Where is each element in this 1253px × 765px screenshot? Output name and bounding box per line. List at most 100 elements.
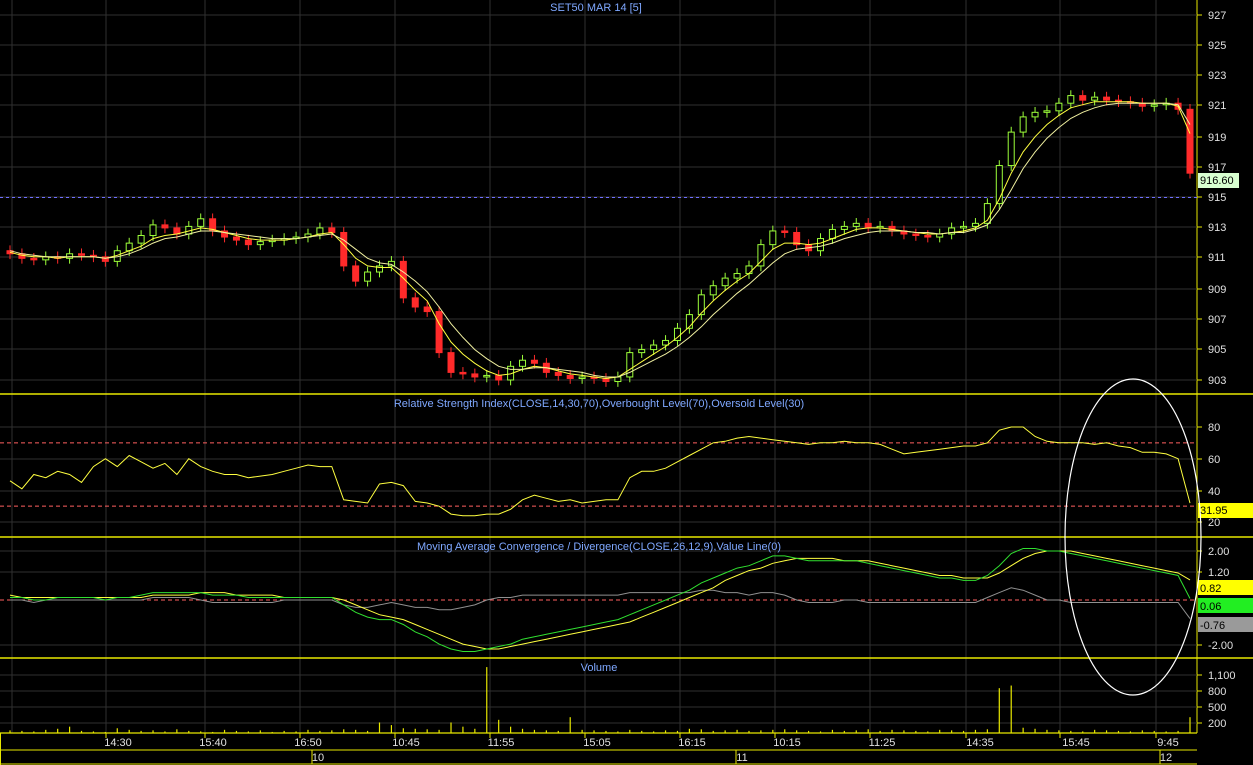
candle-body[interactable] — [244, 239, 252, 246]
y-tick-label: 800 — [1208, 686, 1226, 698]
date-label: 12 — [1160, 752, 1172, 764]
y-tick-label: 60 — [1208, 454, 1220, 466]
candle-body[interactable] — [161, 224, 169, 229]
candle-body[interactable] — [733, 273, 741, 279]
candle-body[interactable] — [817, 238, 825, 252]
candle-body[interactable] — [709, 285, 717, 296]
candle-body[interactable] — [1067, 95, 1075, 104]
candle-body[interactable] — [447, 352, 455, 373]
y-tick-label: 500 — [1208, 702, 1226, 714]
candle-body[interactable] — [650, 344, 658, 351]
x-tick-label: 11:55 — [488, 737, 515, 749]
rsi-last-value-label: 31.95 — [1200, 505, 1228, 517]
candle-body[interactable] — [1019, 116, 1027, 133]
candle-body[interactable] — [459, 371, 467, 375]
y-tick-label: 919 — [1208, 132, 1226, 144]
panel-title: Moving Average Convergence / Divergence(… — [417, 541, 781, 553]
candle-body[interactable] — [197, 218, 205, 227]
candle-body[interactable] — [721, 277, 729, 287]
y-tick-label: 1.20 — [1208, 567, 1229, 579]
candle-body[interactable] — [316, 227, 324, 235]
y-tick-label: 903 — [1208, 375, 1226, 387]
y-tick-label: -2.00 — [1208, 640, 1233, 652]
y-tick-label: 40 — [1208, 486, 1220, 498]
x-tick-label: 10:45 — [392, 737, 420, 749]
rsi-line — [9, 426, 1191, 517]
candle-body[interactable] — [971, 222, 979, 227]
candle-body[interactable] — [411, 297, 419, 308]
candle-body[interactable] — [256, 241, 264, 246]
candle-body[interactable] — [78, 253, 86, 256]
y-tick-label: 923 — [1208, 70, 1226, 82]
x-tick-label: 14:30 — [104, 737, 132, 749]
y-tick-label: 907 — [1208, 314, 1226, 326]
y-tick-label: 913 — [1208, 222, 1226, 234]
candle-body[interactable] — [530, 359, 538, 364]
macd-last-value-label: 0.82 — [1200, 583, 1221, 595]
y-tick-label: 927 — [1208, 10, 1226, 22]
candle-body[interactable] — [578, 376, 586, 379]
y-tick-label: 925 — [1208, 40, 1226, 52]
candle-body[interactable] — [864, 222, 872, 229]
candle-body[interactable] — [924, 235, 932, 238]
candle-body[interactable] — [1055, 102, 1063, 112]
macd-last-value-label: 0.06 — [1200, 601, 1221, 613]
y-tick-label: 905 — [1208, 344, 1226, 356]
y-tick-label: 915 — [1208, 192, 1226, 204]
candle-body[interactable] — [840, 225, 848, 230]
candle-body[interactable] — [30, 257, 38, 261]
candle-body[interactable] — [423, 306, 431, 313]
y-tick-label: 917 — [1208, 162, 1226, 174]
candle-body[interactable] — [1150, 104, 1158, 107]
candle-body[interactable] — [471, 373, 479, 378]
x-tick-label: 11:25 — [869, 737, 896, 749]
y-tick-label: 80 — [1208, 422, 1220, 434]
panel-title: Relative Strength Index(CLOSE,14,30,70),… — [394, 398, 804, 410]
candle-body[interactable] — [852, 222, 860, 227]
chart-canvas[interactable]: 927 925 923 921 919 917 915 913 911 909 907 905 903 8… — [0, 0, 1253, 765]
candle-body[interactable] — [1031, 111, 1039, 118]
candle-body[interactable] — [912, 233, 920, 237]
candle-body[interactable] — [638, 349, 646, 354]
x-tick-label: 14:35 — [966, 737, 994, 749]
candle-body[interactable] — [1103, 96, 1111, 101]
y-tick-label: 200 — [1208, 718, 1226, 730]
candle-body[interactable] — [1007, 131, 1015, 167]
candle-body[interactable] — [149, 224, 157, 237]
y-tick-label: 20 — [1208, 517, 1220, 529]
y-tick-label: 2.00 — [1208, 546, 1229, 558]
x-tick-label: 16:50 — [294, 737, 322, 749]
x-tick-label: 10:15 — [773, 737, 801, 749]
panel-title: Volume — [581, 662, 618, 674]
candle-body[interactable] — [781, 230, 789, 233]
date-label: 10 — [312, 752, 324, 764]
candle-body[interactable] — [328, 227, 336, 233]
candle-body[interactable] — [66, 253, 74, 259]
candle-body[interactable] — [483, 374, 491, 378]
macd-line — [10, 548, 1191, 652]
y-tick-label: 909 — [1208, 284, 1226, 296]
y-tick-label: 921 — [1208, 100, 1226, 112]
candle-body[interactable] — [745, 265, 753, 275]
candle-body[interactable] — [1091, 96, 1099, 101]
candle-body[interactable] — [1079, 95, 1087, 101]
candle-body[interactable] — [1186, 108, 1194, 174]
candle-body[interactable] — [566, 374, 574, 379]
candle-body[interactable] — [1043, 110, 1051, 113]
candle-body[interactable] — [364, 271, 372, 282]
candle-body[interactable] — [435, 311, 443, 354]
candle-body[interactable] — [828, 228, 836, 240]
candle-body[interactable] — [769, 230, 777, 246]
candle-body[interactable] — [340, 231, 348, 267]
candle-body[interactable] — [554, 371, 562, 376]
candle-body[interactable] — [960, 225, 968, 229]
candle-body[interactable] — [757, 244, 765, 267]
y-tick-label: 911 — [1208, 252, 1226, 264]
candle-body[interactable] — [519, 359, 527, 367]
candle-body[interactable] — [352, 265, 360, 282]
panel-title: SET50 MAR 14 [5] — [550, 2, 642, 14]
x-tick-label: 16:15 — [678, 737, 706, 749]
candle-body[interactable] — [232, 236, 240, 241]
candle-body[interactable] — [495, 374, 503, 381]
candle-body[interactable] — [137, 235, 145, 244]
